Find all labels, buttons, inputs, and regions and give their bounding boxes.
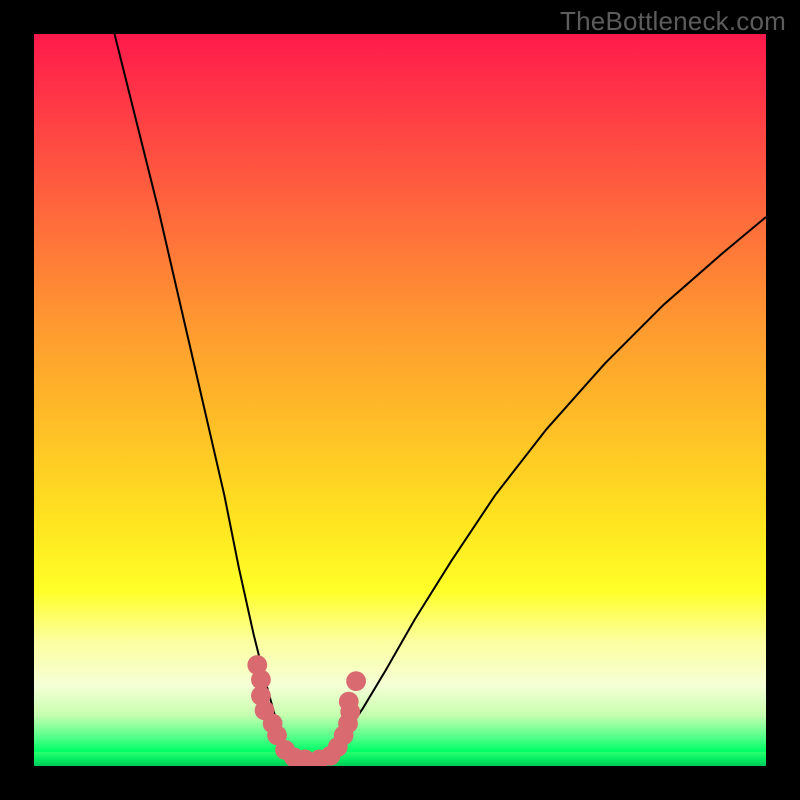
curve-layer <box>34 34 766 766</box>
dot-point <box>346 671 366 691</box>
plot-area <box>34 34 766 766</box>
watermark-text: TheBottleneck.com <box>560 6 786 37</box>
chart-frame: TheBottleneck.com <box>0 0 800 800</box>
dot-cluster <box>247 655 366 766</box>
right-curve <box>316 217 766 764</box>
left-curve <box>115 34 316 764</box>
dot-point <box>339 692 359 712</box>
